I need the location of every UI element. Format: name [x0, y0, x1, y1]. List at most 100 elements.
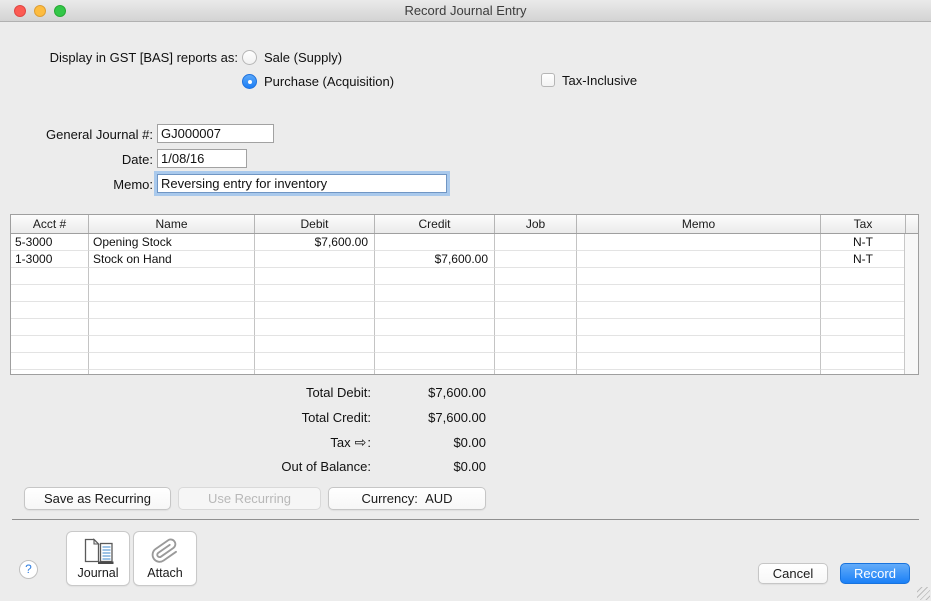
journal-book-icon [84, 538, 114, 564]
cell-credit[interactable] [375, 353, 495, 370]
cell-tax[interactable] [821, 302, 906, 319]
resize-grip[interactable] [917, 587, 930, 600]
cell-credit[interactable] [375, 285, 495, 302]
radio-sale-supply-label[interactable]: Sale (Supply) [264, 50, 342, 65]
tax-total-value: $0.00 [453, 435, 486, 450]
memo-input[interactable] [157, 174, 447, 193]
cell-memo[interactable] [577, 353, 821, 370]
radio-purchase-acquisition[interactable] [242, 74, 257, 89]
tax-total-label: Tax ⇨: [330, 434, 371, 450]
total-credit-label: Total Credit: [301, 410, 371, 425]
cell-name[interactable]: Stock on Hand [89, 251, 255, 268]
cell-acct[interactable] [11, 268, 89, 285]
cell-debit[interactable] [255, 302, 375, 319]
cell-job[interactable] [495, 251, 577, 268]
cell-credit[interactable] [375, 234, 495, 251]
cell-credit[interactable]: $7,600.00 [375, 251, 495, 268]
cell-job[interactable] [495, 319, 577, 336]
cell-acct[interactable] [11, 336, 89, 353]
column-header-debit: Debit [255, 215, 375, 233]
table-row-empty [11, 319, 918, 336]
currency-button[interactable]: Currency: AUD [328, 487, 486, 510]
cell-acct[interactable] [11, 285, 89, 302]
cell-tax[interactable]: N-T [821, 234, 906, 251]
cell-acct[interactable] [11, 319, 89, 336]
cell-acct[interactable] [11, 370, 89, 374]
cell-name[interactable] [89, 302, 255, 319]
tax-inclusive-label[interactable]: Tax-Inclusive [562, 73, 637, 88]
save-as-recurring-button[interactable]: Save as Recurring [24, 487, 171, 510]
cell-memo[interactable] [577, 285, 821, 302]
cell-debit[interactable]: $7,600.00 [255, 234, 375, 251]
cell-memo[interactable] [577, 268, 821, 285]
cell-job[interactable] [495, 285, 577, 302]
cell-job[interactable] [495, 302, 577, 319]
cell-debit[interactable] [255, 336, 375, 353]
cell-job[interactable] [495, 234, 577, 251]
window-title: Record Journal Entry [404, 3, 527, 18]
table-header: Acct # Name Debit Credit Job Memo Tax [11, 215, 918, 234]
cell-acct[interactable]: 5-3000 [11, 234, 89, 251]
tax-inclusive-checkbox[interactable] [541, 73, 555, 87]
attach-button[interactable]: Attach [133, 531, 197, 586]
cell-name[interactable] [89, 319, 255, 336]
cell-name[interactable] [89, 268, 255, 285]
cell-acct[interactable]: 1-3000 [11, 251, 89, 268]
cell-acct[interactable] [11, 302, 89, 319]
tax-detail-arrow-icon[interactable]: ⇨ [355, 435, 367, 449]
cell-memo[interactable] [577, 370, 821, 374]
table-row-empty [11, 370, 918, 374]
cell-tax[interactable] [821, 268, 906, 285]
cell-tax[interactable] [821, 370, 906, 374]
cell-name[interactable]: Opening Stock [89, 234, 255, 251]
cell-job[interactable] [495, 370, 577, 374]
use-recurring-button[interactable]: Use Recurring [178, 487, 321, 510]
radio-sale-supply[interactable] [242, 50, 257, 65]
table-row: 1-3000 Stock on Hand $7,600.00 N-T [11, 251, 918, 268]
help-button[interactable]: ? [19, 560, 38, 579]
cell-memo[interactable] [577, 336, 821, 353]
cancel-button[interactable]: Cancel [758, 563, 828, 584]
journal-button[interactable]: Journal [66, 531, 130, 586]
cell-job[interactable] [495, 336, 577, 353]
cell-debit[interactable] [255, 319, 375, 336]
column-header-memo: Memo [577, 215, 821, 233]
cell-name[interactable] [89, 336, 255, 353]
cell-memo[interactable] [577, 251, 821, 268]
total-debit-label: Total Debit: [305, 385, 371, 400]
table-row: 5-3000 Opening Stock $7,600.00 N-T [11, 234, 918, 251]
cell-tax[interactable] [821, 336, 906, 353]
cell-tax[interactable] [821, 353, 906, 370]
column-header-name: Name [89, 215, 255, 233]
cell-memo[interactable] [577, 302, 821, 319]
cell-credit[interactable] [375, 319, 495, 336]
cell-credit[interactable] [375, 336, 495, 353]
cell-debit[interactable] [255, 285, 375, 302]
table-row-empty [11, 353, 918, 370]
radio-purchase-acquisition-label[interactable]: Purchase (Acquisition) [264, 74, 394, 89]
cell-acct[interactable] [11, 353, 89, 370]
cell-name[interactable] [89, 285, 255, 302]
cell-debit[interactable] [255, 251, 375, 268]
cell-debit[interactable] [255, 370, 375, 374]
cell-name[interactable] [89, 370, 255, 374]
cell-tax[interactable] [821, 285, 906, 302]
cell-debit[interactable] [255, 268, 375, 285]
cell-job[interactable] [495, 268, 577, 285]
cell-memo[interactable] [577, 319, 821, 336]
cell-memo[interactable] [577, 234, 821, 251]
general-journal-number-input[interactable] [157, 124, 274, 143]
cell-credit[interactable] [375, 268, 495, 285]
column-header-acct: Acct # [11, 215, 89, 233]
cell-debit[interactable] [255, 353, 375, 370]
table-row-empty [11, 268, 918, 285]
cell-name[interactable] [89, 353, 255, 370]
cell-tax[interactable] [821, 319, 906, 336]
record-button[interactable]: Record [840, 563, 910, 584]
cell-job[interactable] [495, 353, 577, 370]
date-input[interactable] [157, 149, 247, 168]
cell-credit[interactable] [375, 302, 495, 319]
cell-credit[interactable] [375, 370, 495, 374]
cell-tax[interactable]: N-T [821, 251, 906, 268]
table-body: 5-3000 Opening Stock $7,600.00 N-T 1-300… [11, 234, 918, 374]
